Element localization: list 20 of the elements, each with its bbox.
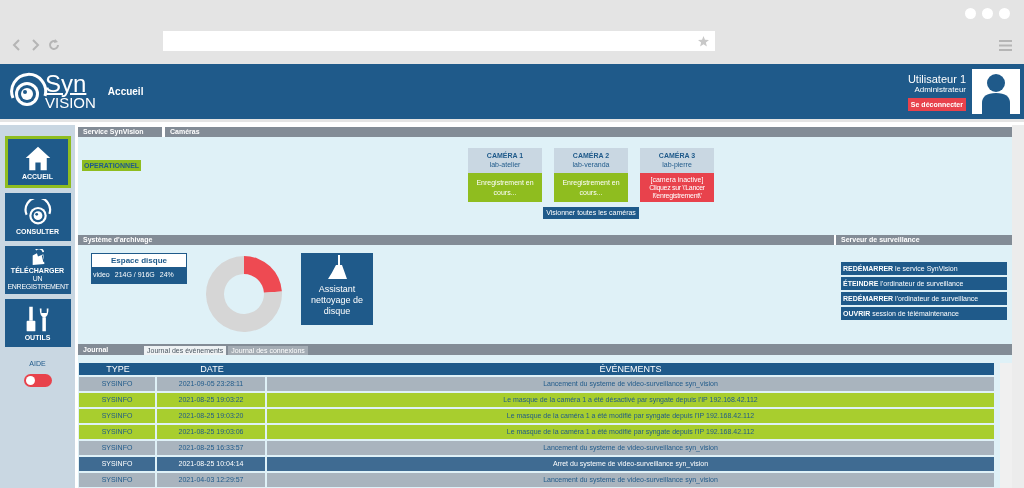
scrollbar[interactable] xyxy=(1012,125,1024,488)
logo-text: Syn xyxy=(45,72,88,95)
user-role: Administrateur xyxy=(914,84,966,94)
forward-icon[interactable] xyxy=(30,39,40,51)
user-name: Utilisateur 1 xyxy=(907,72,966,85)
reload-icon[interactable] xyxy=(48,39,60,51)
column-header: DATE xyxy=(199,363,225,375)
eye-icon xyxy=(23,198,52,227)
column-header: ÉVÉNEMENTS xyxy=(598,363,663,375)
address-bar[interactable] xyxy=(163,31,715,51)
column-header: TYPE xyxy=(105,363,131,375)
back-icon[interactable] xyxy=(12,39,22,51)
help-toggle[interactable] xyxy=(23,373,52,387)
card-title: Espace disque xyxy=(92,254,186,267)
menu-icon[interactable] xyxy=(999,39,1012,51)
page-title: Accueil xyxy=(107,85,144,99)
cleanup-assistant-button[interactable]: Assistant nettoyage de disque xyxy=(301,253,373,325)
star-icon[interactable] xyxy=(698,35,709,47)
avatar-icon xyxy=(972,69,1020,114)
broom-icon xyxy=(326,255,348,281)
